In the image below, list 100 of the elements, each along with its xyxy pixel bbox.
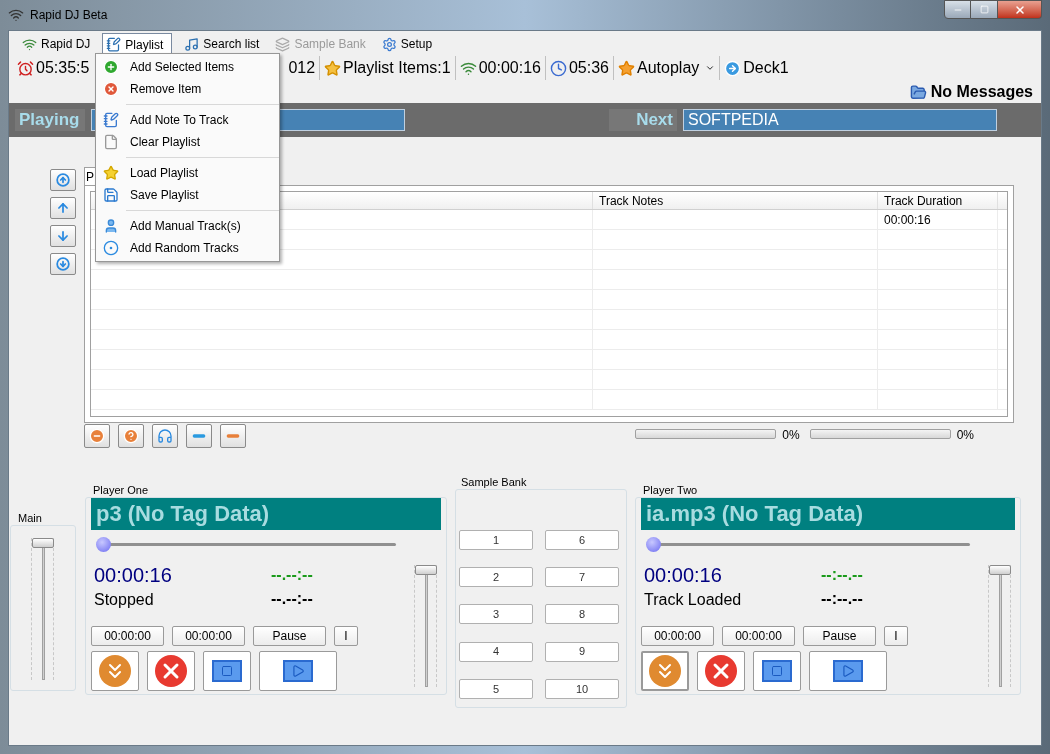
menu-option[interactable]: Remove Item [96,78,279,100]
menu-item[interactable]: Search list [180,33,264,55]
play-icon [283,660,313,682]
sample-pad[interactable]: 2 [459,567,533,588]
toolbar-text: 05:36 [568,58,609,78]
progress-percent: 0% [956,427,974,444]
app-icon [8,7,24,23]
toolbar-text: 05:35:5 [36,58,90,78]
playlist-tool-button[interactable] [84,424,110,448]
pause-button[interactable]: Pause [803,626,876,646]
clock-icon [549,59,567,77]
double-chevron-icon [99,655,131,687]
move-button[interactable] [50,253,76,275]
cue-out-field[interactable]: 00:00:00 [722,626,795,646]
slider-thumb[interactable] [32,538,54,549]
group-title: Player One [93,484,150,497]
eject-button[interactable] [91,651,139,691]
menu-option[interactable]: Add Random Tracks [96,237,279,259]
sample-pad[interactable]: 1 [459,530,533,550]
cue-out-field[interactable]: 00:00:00 [172,626,245,646]
person-icon [103,218,119,234]
maximize-button[interactable] [971,0,998,19]
cue-in-field[interactable]: 00:00:00 [91,626,164,646]
save-icon [103,187,119,203]
column-header[interactable]: Track Notes [593,192,878,209]
stop-button[interactable] [753,651,801,691]
stop-button[interactable] [203,651,251,691]
star-icon [324,59,342,77]
menu-item[interactable]: Setup [377,33,437,55]
sample-pad[interactable]: 5 [459,678,533,699]
music-note-icon [184,36,200,52]
progress-percent: 0% [782,427,800,444]
stop-icon [762,660,792,682]
sample-pad[interactable]: 4 [459,641,533,662]
move-button[interactable] [50,197,76,219]
toolbar-text: Playlist Items:1 [343,58,451,78]
group-title: Player Two [643,484,699,497]
alarm-clock-icon [17,59,34,77]
note-icon [103,112,119,128]
sample-pad[interactable]: 10 [545,678,619,699]
menu-option[interactable]: Add Manual Track(s) [96,215,279,237]
star-icon [103,165,119,181]
next-field[interactable]: SOFTPEDIA [683,109,997,131]
playlist-tool-button[interactable] [186,424,212,448]
sample-pad[interactable]: 9 [545,641,619,662]
move-button[interactable] [50,169,76,191]
playing-label: Playing [15,109,85,131]
column-header[interactable]: Track Duration [878,192,998,209]
headphones-icon [157,428,173,444]
slider-thumb[interactable] [415,564,437,575]
remove-icon [103,81,119,97]
playlist-tool-button[interactable] [152,424,178,448]
eject-button[interactable] [641,651,689,691]
menu-item[interactable]: Rapid DJ [18,33,95,55]
play-icon [833,660,863,682]
add-icon [103,59,119,75]
menu-option[interactable]: Load Playlist [96,162,279,184]
menu-option[interactable]: Add Selected Items [96,56,279,78]
next-label: Next [609,109,677,131]
pause-button[interactable]: Pause [253,626,326,646]
toolbar-text: Deck1 [743,58,789,78]
menu-item[interactable]: Playlist [102,33,173,55]
cancel-button[interactable] [697,651,745,691]
window-title: Rapid DJ Beta [30,7,108,24]
playlist-tool-button[interactable] [118,424,144,448]
messages-text: No Messages [930,82,1033,102]
cancel-button[interactable] [147,651,195,691]
arrow-down-circle-icon [56,257,70,271]
group-title: Main [18,512,43,525]
slider-thumb[interactable] [989,564,1011,575]
marker-button[interactable]: I [884,626,908,646]
sample-pad[interactable]: 3 [459,604,533,625]
play-button[interactable] [259,651,337,691]
circle-icon [103,240,119,256]
sample-pad[interactable]: 6 [545,530,619,550]
counter-text: --.--:-- [271,565,313,585]
menu-option[interactable]: Save Playlist [96,184,279,206]
stop-icon [212,660,242,682]
track-title: ia.mp3 (No Tag Data) [641,498,1015,530]
marker-button[interactable]: I [334,626,358,646]
elapsed-time: 00:00:16 [94,563,173,588]
status-text: Track Loaded [644,590,743,610]
arrow-right-icon [724,59,742,77]
play-button[interactable] [809,651,887,691]
close-icon [1013,3,1026,16]
sample-pad[interactable]: 8 [545,604,619,625]
group-title: Sample Bank [461,476,528,489]
menu-option[interactable]: Clear Playlist [96,131,279,153]
minimize-button[interactable] [944,0,971,19]
move-button[interactable] [50,225,76,247]
minus-circle-icon [89,428,105,444]
folder-icon [909,83,927,101]
playlist-tool-button[interactable] [220,424,246,448]
blank-page-icon [103,134,119,150]
question-icon [123,428,139,444]
cue-in-field[interactable]: 00:00:00 [641,626,714,646]
close-button[interactable] [998,0,1042,19]
sample-pad[interactable]: 7 [545,567,619,588]
menu-option[interactable]: Add Note To Track [96,109,279,131]
autoplay-dropdown[interactable]: Autoplay [637,56,716,80]
